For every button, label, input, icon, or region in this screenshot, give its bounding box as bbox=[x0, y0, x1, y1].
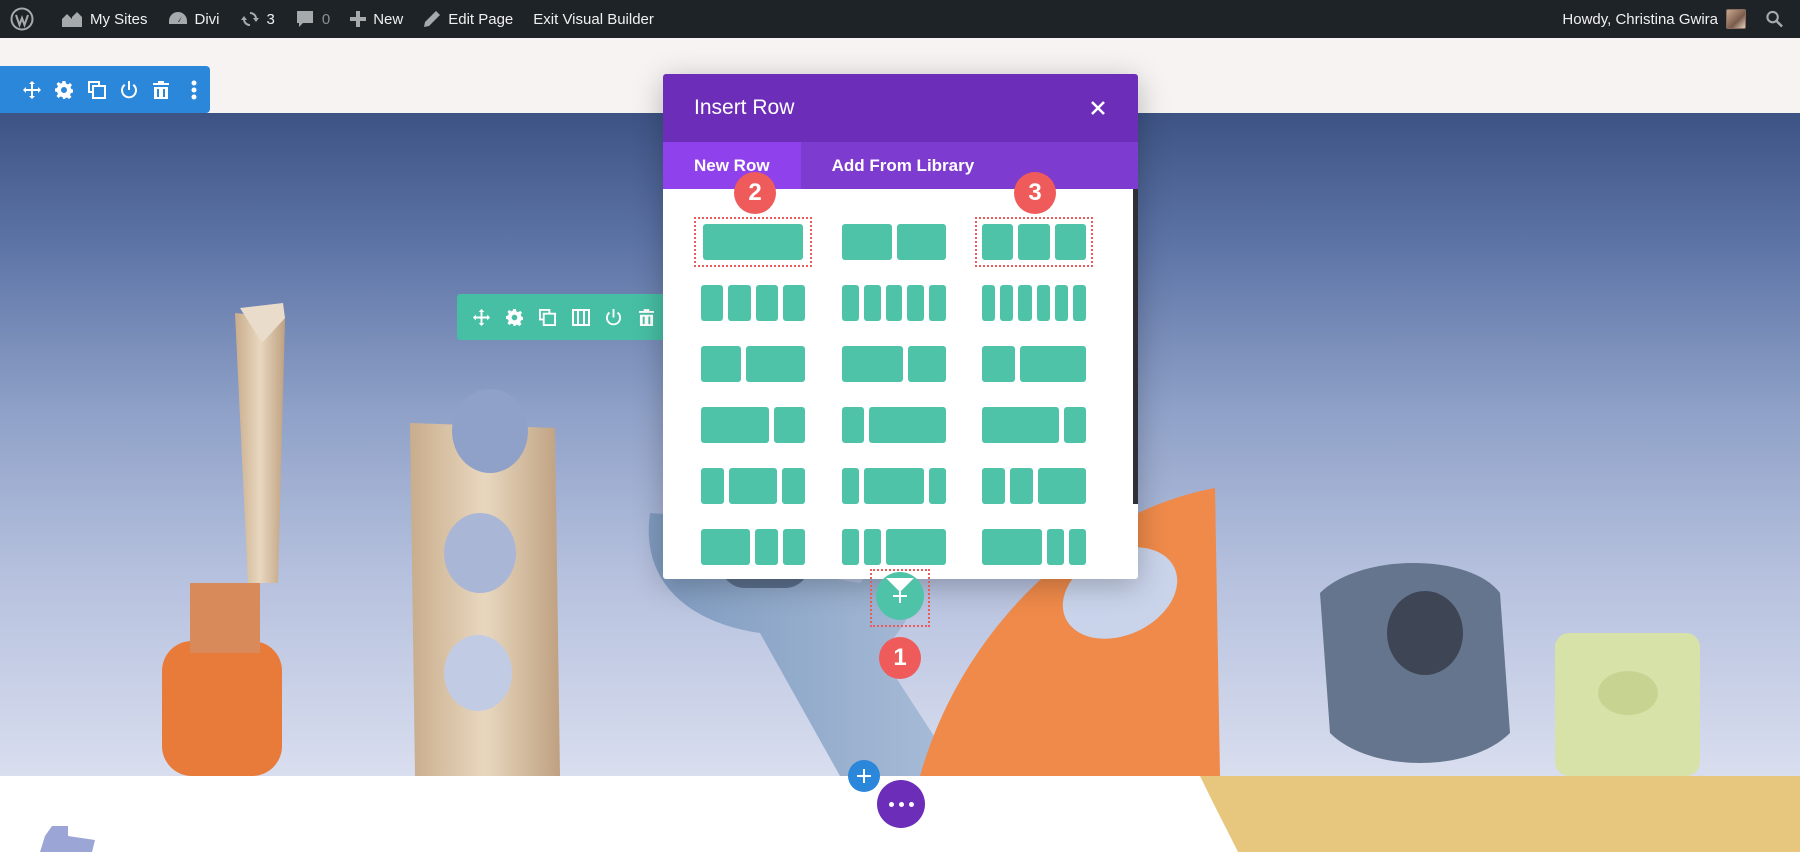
new-content-menu[interactable]: New bbox=[340, 0, 413, 38]
search-button[interactable] bbox=[1756, 0, 1800, 38]
trash-icon bbox=[153, 80, 170, 99]
pencil-icon bbox=[424, 11, 441, 27]
page-settings-button[interactable] bbox=[877, 780, 925, 828]
row-settings-button[interactable] bbox=[498, 294, 531, 340]
close-icon bbox=[1091, 101, 1105, 115]
add-section-button[interactable] bbox=[848, 760, 880, 792]
wordpress-menu[interactable] bbox=[0, 0, 51, 38]
dot-icon bbox=[888, 801, 894, 807]
divi-label: Divi bbox=[194, 10, 220, 28]
updates-icon bbox=[240, 11, 259, 27]
comments-count: 0 bbox=[321, 10, 331, 28]
layout-4-columns[interactable] bbox=[694, 278, 812, 328]
section-more-button[interactable] bbox=[178, 66, 210, 113]
updates-count: 3 bbox=[266, 10, 275, 28]
section-delete-button[interactable] bbox=[145, 66, 177, 113]
avatar bbox=[1726, 9, 1746, 29]
edit-page-link[interactable]: Edit Page bbox=[413, 0, 523, 38]
row-toolbar bbox=[457, 294, 667, 340]
howdy-label: Howdy, Christina Gwira bbox=[1562, 10, 1718, 28]
row-save-button[interactable] bbox=[597, 294, 630, 340]
divi-menu[interactable]: Divi bbox=[158, 0, 230, 38]
save-icon bbox=[605, 308, 622, 325]
my-sites-label: My Sites bbox=[90, 10, 148, 28]
columns-icon bbox=[571, 308, 590, 326]
dot-icon bbox=[908, 801, 914, 807]
layout-3-columns[interactable] bbox=[975, 217, 1093, 267]
layout-1-2-1-4-1-4[interactable] bbox=[694, 522, 812, 572]
section-duplicate-button[interactable] bbox=[81, 66, 113, 113]
layout-5-columns[interactable] bbox=[835, 278, 953, 328]
layout-1-5-3-5-1-5[interactable] bbox=[835, 461, 953, 511]
wordpress-icon bbox=[10, 7, 34, 31]
move-icon bbox=[473, 308, 490, 326]
row-move-button[interactable] bbox=[465, 294, 498, 340]
plus-icon bbox=[857, 769, 871, 783]
modal-title: Insert Row bbox=[694, 96, 795, 119]
admin-bar: My Sites Divi 3 0 New Edit Page Exit Vis… bbox=[0, 0, 1800, 38]
step-badge-2: 2 bbox=[734, 172, 776, 214]
row-layout-grid bbox=[663, 189, 1138, 579]
step-badge-3: 3 bbox=[1014, 172, 1056, 214]
exit-visual-builder-link[interactable]: Exit Visual Builder bbox=[523, 0, 664, 38]
layout-3-5-1-5-1-5[interactable] bbox=[975, 522, 1093, 572]
duplicate-icon bbox=[539, 308, 556, 326]
account-menu[interactable]: Howdy, Christina Gwira bbox=[1552, 0, 1756, 38]
section-save-button[interactable] bbox=[113, 66, 145, 113]
row-delete-button[interactable] bbox=[630, 294, 663, 340]
section-settings-button[interactable] bbox=[48, 66, 80, 113]
layout-1-5-4-5[interactable] bbox=[835, 400, 953, 450]
new-label: New bbox=[373, 10, 404, 28]
layout-1-column[interactable] bbox=[694, 217, 812, 267]
gear-icon bbox=[55, 80, 74, 99]
layout-1-4-1-2-1-4[interactable] bbox=[694, 461, 812, 511]
edit-page-label: Edit Page bbox=[448, 10, 514, 28]
modal-pointer bbox=[886, 578, 914, 592]
search-icon bbox=[1766, 10, 1783, 28]
row-columns-button[interactable] bbox=[564, 294, 597, 340]
row-duplicate-button[interactable] bbox=[531, 294, 564, 340]
section-move-button[interactable] bbox=[16, 66, 48, 113]
modal-header: Insert Row bbox=[663, 74, 1138, 142]
layout-6-columns[interactable] bbox=[975, 278, 1093, 328]
layout-2-3-1-3[interactable] bbox=[835, 339, 953, 389]
comment-icon bbox=[296, 11, 313, 27]
sites-icon bbox=[62, 12, 82, 27]
layout-4-5-1-5[interactable] bbox=[975, 400, 1093, 450]
step-badge-1: 1 bbox=[879, 637, 921, 679]
dashboard-icon bbox=[168, 12, 187, 24]
layout-1-4-3-4[interactable] bbox=[975, 339, 1093, 389]
plus-icon bbox=[350, 11, 367, 27]
layout-1-4-1-4-1-2[interactable] bbox=[975, 461, 1093, 511]
layout-1-5-1-5-3-5[interactable] bbox=[835, 522, 953, 572]
layout-2-columns[interactable] bbox=[835, 217, 953, 267]
dot-icon bbox=[898, 801, 904, 807]
modal-tabs: New Row Add From Library bbox=[663, 142, 1138, 189]
duplicate-icon bbox=[87, 80, 106, 99]
section-toolbar bbox=[0, 66, 210, 113]
my-sites-menu[interactable]: My Sites bbox=[51, 0, 158, 38]
more-icon bbox=[191, 80, 197, 99]
layout-3-4-1-4[interactable] bbox=[694, 400, 812, 450]
layout-1-3-2-3[interactable] bbox=[694, 339, 812, 389]
trash-icon bbox=[639, 308, 654, 326]
tab-new-row[interactable]: New Row bbox=[663, 142, 801, 189]
insert-row-modal: Insert Row New Row Add From Library bbox=[663, 74, 1138, 579]
comments-menu[interactable]: 0 bbox=[285, 0, 340, 38]
updates-menu[interactable]: 3 bbox=[230, 0, 285, 38]
modal-close-button[interactable] bbox=[1086, 96, 1110, 120]
save-icon bbox=[121, 80, 138, 98]
move-icon bbox=[23, 80, 42, 99]
exit-builder-label: Exit Visual Builder bbox=[533, 10, 654, 28]
gear-icon bbox=[506, 308, 523, 326]
modal-scrollbar[interactable] bbox=[1133, 189, 1138, 504]
tab-add-from-library[interactable]: Add From Library bbox=[801, 142, 1006, 189]
